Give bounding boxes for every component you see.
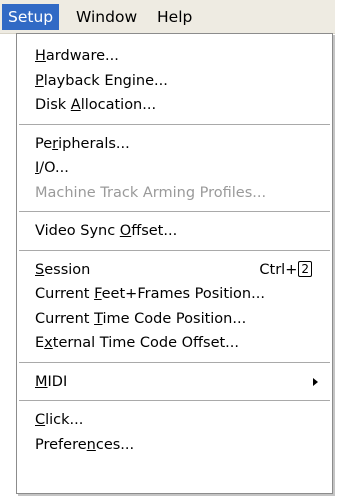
menu-separator: [19, 249, 330, 252]
menu-item-label: MIDI: [35, 373, 68, 390]
menu-item-current-time-code-position[interactable]: Current Time Code Position...: [17, 307, 332, 331]
menu-item-label: Current Time Code Position...: [35, 310, 247, 327]
menu-item-label: Click...: [35, 412, 84, 428]
submenu-arrow-icon: [313, 377, 318, 386]
menu-item-label: Video Sync Offset...: [35, 223, 178, 239]
menu-item-label: Preferences...: [35, 436, 135, 453]
menu-item-peripherals[interactable]: Peripherals...: [17, 132, 332, 156]
menu-separator: [19, 361, 330, 364]
screen: Setup Window Help Hardware... Playback En…: [0, 0, 343, 498]
menu-item-session[interactable]: Session Ctrl+ 2: [17, 258, 332, 282]
menu-item-machine-track-arming-profiles: Machine Track Arming Profiles...: [17, 181, 332, 205]
menu-item-hardware[interactable]: Hardware...: [17, 44, 332, 68]
menu-item-label: Playback Engine...: [35, 72, 168, 89]
menu-item-label: I/O...: [35, 160, 69, 176]
menubar-window[interactable]: Window: [70, 4, 143, 30]
menu-separator: [19, 400, 330, 402]
shortcut-key: 2: [298, 260, 312, 277]
menu-item-label: Disk Allocation...: [35, 97, 157, 113]
menu-item-click[interactable]: Click...: [17, 408, 332, 432]
shortcut-label: Ctrl+ 2: [259, 258, 312, 282]
menu-separator: [19, 123, 330, 126]
menu-item-playback-engine[interactable]: Playback Engine...: [17, 69, 332, 93]
menu-item-midi[interactable]: MIDI: [17, 370, 332, 394]
menu-item-label: Session: [35, 261, 91, 278]
menu-item-label: Machine Track Arming Profiles...: [35, 184, 267, 201]
menu-item-label: Current Feet+Frames Position...: [35, 286, 265, 302]
menu-item-label: Peripherals...: [35, 135, 130, 152]
menubar-setup[interactable]: Setup: [2, 4, 60, 30]
menu-item-label: Hardware...: [35, 48, 119, 64]
menu-item-disk-allocation[interactable]: Disk Allocation...: [17, 93, 332, 117]
menu-item-i-o[interactable]: I/O...: [17, 156, 332, 180]
setup-menu-dropdown: Hardware... Playback Engine... Disk Alloca…: [16, 33, 333, 494]
menu-item-external-time-code-offset[interactable]: External Time Code Offset...: [17, 331, 332, 355]
menu-separator: [19, 211, 330, 213]
menu-item-label: External Time Code Offset...: [35, 335, 240, 351]
menu-item-preferences[interactable]: Preferences...: [17, 433, 332, 457]
menu-item-video-sync-offset[interactable]: Video Sync Offset...: [17, 219, 332, 243]
menu-item-current-feet-frames-position[interactable]: Current Feet+Frames Position...: [17, 282, 332, 306]
menubar-help[interactable]: Help: [151, 4, 198, 30]
menu-bar: Setup Window Help: [0, 0, 335, 34]
shortcut-modifier: Ctrl+: [259, 261, 298, 278]
